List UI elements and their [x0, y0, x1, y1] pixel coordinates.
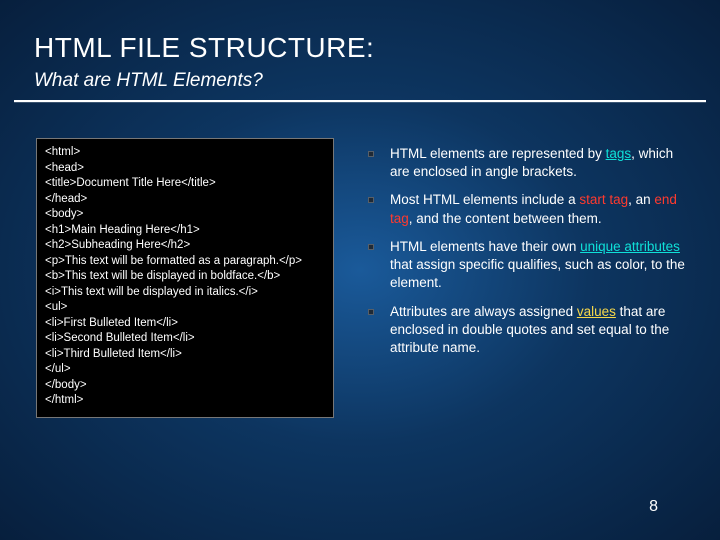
code-line: <ul> [45, 300, 325, 316]
highlight-start-tag: start tag [579, 192, 628, 207]
code-line: <li>Second Bulleted Item</li> [45, 331, 325, 347]
page-subtitle: What are HTML Elements? [34, 70, 263, 92]
bullet-text: HTML elements have their own unique attr… [390, 238, 688, 293]
page-number: 8 [649, 498, 658, 516]
highlight-attributes: unique attributes [580, 239, 680, 254]
slide: HTML FILE STRUCTURE: What are HTML Eleme… [0, 0, 720, 540]
code-line: <b>This text will be displayed in boldfa… [45, 269, 325, 285]
bullet-item: Most HTML elements include a start tag, … [368, 191, 688, 227]
code-line: <i>This text will be displayed in italic… [45, 285, 325, 301]
bullet-item: HTML elements are represented by tags, w… [368, 145, 688, 181]
bullet-text: Attributes are always assigned values th… [390, 303, 688, 358]
code-line: <body> [45, 207, 325, 223]
code-line: <h1>Main Heading Here</h1> [45, 223, 325, 239]
code-line: <p>This text will be formatted as a para… [45, 254, 325, 270]
code-line: </ul> [45, 362, 325, 378]
code-line: </html> [45, 393, 325, 409]
bullet-item: HTML elements have their own unique attr… [368, 238, 688, 293]
bullet-text: HTML elements are represented by tags, w… [390, 145, 688, 181]
bullet-marker-icon [368, 151, 374, 157]
bullet-marker-icon [368, 309, 374, 315]
title-underline [14, 100, 706, 102]
code-line: <html> [45, 145, 325, 161]
highlight-tags: tags [606, 146, 632, 161]
bullet-marker-icon [368, 197, 374, 203]
code-line: <h2>Subheading Here</h2> [45, 238, 325, 254]
code-line: <title>Document Title Here</title> [45, 176, 325, 192]
code-example-box: <html> <head> <title>Document Title Here… [36, 138, 334, 418]
code-line: <li>Third Bulleted Item</li> [45, 347, 325, 363]
code-line: <head> [45, 161, 325, 177]
page-title: HTML FILE STRUCTURE: [34, 32, 374, 64]
bullet-marker-icon [368, 244, 374, 250]
bullet-text: Most HTML elements include a start tag, … [390, 191, 688, 227]
bullet-list: HTML elements are represented by tags, w… [368, 145, 688, 367]
highlight-values: values [577, 304, 616, 319]
code-line: <li>First Bulleted Item</li> [45, 316, 325, 332]
code-line: </body> [45, 378, 325, 394]
bullet-item: Attributes are always assigned values th… [368, 303, 688, 358]
code-line: </head> [45, 192, 325, 208]
